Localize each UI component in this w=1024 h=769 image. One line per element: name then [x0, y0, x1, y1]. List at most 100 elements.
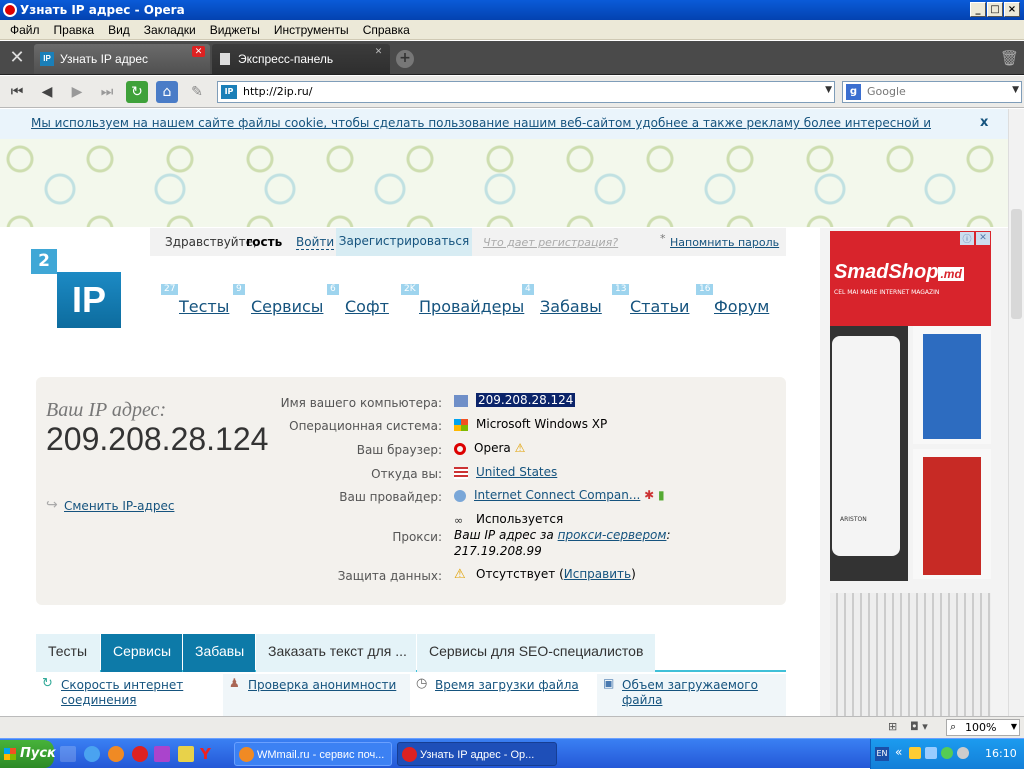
service-file-size[interactable]: ▣ Объем загружаемого файла	[597, 674, 786, 716]
nav-label[interactable]: Форум	[714, 297, 769, 316]
nav-tests[interactable]: 27 Тесты	[161, 284, 229, 316]
service-file-size-line2[interactable]: файла	[622, 693, 662, 707]
ad-banner[interactable]: SmadShop .md CEL MAI MARE INTERNET MAGAZI…	[830, 231, 991, 326]
quicklaunch-icon-5[interactable]	[154, 746, 170, 762]
service-load-time[interactable]: ◷ Время загрузки файла	[410, 674, 597, 716]
back-icon[interactable]: ◀	[36, 81, 58, 103]
nav-count: 27	[161, 284, 179, 295]
ad-info-icon[interactable]: ⓘ	[960, 232, 974, 245]
info-value-location: United States	[454, 465, 557, 479]
service-speed-line1[interactable]: Скорость интернет	[61, 678, 183, 692]
edit-icon[interactable]: ✎	[186, 81, 208, 103]
close-button[interactable]: ×	[1004, 2, 1020, 17]
menu-file[interactable]: Файл	[0, 20, 47, 40]
quicklaunch-icon-1[interactable]	[60, 746, 76, 762]
nav-label[interactable]: Софт	[345, 297, 389, 316]
change-ip-link[interactable]: Сменить IP-адрес	[64, 499, 174, 513]
firefox-icon[interactable]	[108, 746, 124, 762]
task-wmmail[interactable]: WMmail.ru - сервис поч...	[234, 742, 392, 766]
info-value-provider: Internet Connect Compan... ✱ ▮	[454, 488, 665, 502]
service-file-size-line1[interactable]: Объем загружаемого	[622, 678, 758, 692]
nav-providers[interactable]: 2K Провайдеры	[401, 284, 524, 316]
service-speed-line2[interactable]: соединения	[61, 693, 137, 707]
network-icon[interactable]	[925, 747, 937, 759]
bug-icon[interactable]: ✱	[644, 488, 654, 502]
ad-product-radiator[interactable]	[830, 593, 991, 716]
zoom-dropdown-icon[interactable]: ▼	[1011, 722, 1017, 731]
tab-close-icon[interactable]: ✕	[372, 46, 385, 57]
service-load-time-line1[interactable]: Время загрузки файла	[435, 678, 579, 692]
vertical-scrollbar[interactable]	[1008, 109, 1024, 716]
nav-label[interactable]: Сервисы	[251, 297, 323, 316]
tools-icon[interactable]: ✕	[6, 47, 28, 69]
service-anonymity[interactable]: ♟ Проверка анонимности	[223, 674, 410, 716]
speed-icon: ↻	[42, 676, 53, 691]
ie-icon[interactable]	[84, 746, 100, 762]
nav-soft[interactable]: 6 Софт	[327, 284, 389, 316]
ip-favicon-icon: IP	[40, 52, 54, 66]
task-opera[interactable]: Узнать IP адрес - Op...	[397, 742, 557, 766]
search-dropdown-icon[interactable]: ▼	[1012, 85, 1019, 95]
nav-articles[interactable]: 13 Статьи	[612, 284, 689, 316]
minimize-button[interactable]: _	[970, 2, 986, 17]
ad-product-blue[interactable]	[913, 326, 991, 444]
start-button[interactable]: Пуск	[0, 740, 56, 768]
tray-icon-4[interactable]	[957, 747, 969, 759]
address-dropdown-icon[interactable]: ▼	[825, 85, 832, 95]
nav-label[interactable]: Тесты	[179, 297, 229, 316]
tab-fun[interactable]: Забавы	[183, 634, 255, 672]
quicklaunch-icon-6[interactable]	[178, 746, 194, 762]
menu-view[interactable]: Вид	[101, 20, 137, 40]
menu-bookmarks[interactable]: Закладки	[137, 20, 203, 40]
signal-icon[interactable]: ▮	[658, 488, 665, 502]
address-field[interactable]: IP http://2ip.ru/ ▼	[217, 81, 835, 103]
menu-help[interactable]: Справка	[356, 20, 417, 40]
service-speed[interactable]: ↻ Скорость интернет соединения	[36, 674, 223, 716]
nav-label[interactable]: Забавы	[540, 297, 602, 316]
opera-quick-icon[interactable]	[132, 746, 148, 762]
tray-icon-3[interactable]	[941, 747, 953, 759]
tab-services[interactable]: Сервисы	[101, 634, 182, 672]
nav-fun[interactable]: 4 Забавы	[522, 284, 602, 316]
tray-icon-1[interactable]	[909, 747, 921, 759]
tab-order-text[interactable]: Заказать текст для ...	[256, 634, 416, 672]
language-indicator[interactable]: EN	[875, 747, 889, 761]
firefox-icon	[239, 747, 254, 762]
boiler-image	[832, 336, 900, 556]
tray-expand-icon[interactable]: «	[895, 745, 902, 759]
tab-seo[interactable]: Сервисы для SEO-специалистов	[417, 634, 655, 672]
ad-product-boiler[interactable]: ARISTON	[830, 326, 908, 581]
zoom-control[interactable]: ⌕ 100% ▼	[946, 719, 1020, 736]
home-icon[interactable]: ⌂	[156, 81, 178, 103]
info-value-proxy-ip: 217.19.208.99	[454, 544, 542, 558]
tab-speed-dial[interactable]: Экспресс-панель ✕	[212, 44, 390, 74]
nav-label[interactable]: Статьи	[630, 297, 689, 316]
yandex-icon[interactable]: Y	[200, 745, 211, 763]
tab-close-icon[interactable]: ✕	[192, 46, 205, 57]
service-anonymity-line1[interactable]: Проверка анонимности	[248, 678, 396, 692]
nav-services[interactable]: 9 Сервисы	[233, 284, 323, 316]
trash-icon[interactable]: 🗑	[1000, 49, 1019, 67]
forward-icon[interactable]: ▶	[66, 81, 88, 103]
menu-edit[interactable]: Правка	[47, 20, 102, 40]
cookie-close-button[interactable]: x	[980, 109, 988, 137]
panel-icon[interactable]: ⊞	[888, 720, 897, 733]
info-label-hostname: Имя вашего компьютера:	[280, 396, 442, 410]
nav-label[interactable]: Провайдеры	[419, 297, 524, 316]
new-tab-button[interactable]: +	[396, 50, 414, 68]
menu-tools[interactable]: Инструменты	[267, 20, 356, 40]
search-field[interactable]: g Google ▼	[842, 81, 1022, 103]
tab-2ip[interactable]: IP Узнать IP адрес ✕	[34, 44, 210, 74]
rewind-icon[interactable]: ⏮	[6, 81, 28, 103]
tab-tests[interactable]: Тесты	[36, 634, 100, 672]
camera-icon[interactable]: ◘ ▾	[910, 720, 928, 733]
ad-close-icon[interactable]: ✕	[976, 232, 990, 245]
info-value-protection: ⚠ Отсутствует (Исправить)	[454, 566, 636, 582]
nav-forum[interactable]: 16 Форум	[696, 284, 769, 316]
menu-widgets[interactable]: Виджеты	[203, 20, 267, 40]
ad-product-red[interactable]	[913, 449, 991, 579]
maximize-button[interactable]: □	[987, 2, 1003, 17]
scrollbar-thumb[interactable]	[1011, 209, 1022, 319]
fast-forward-icon[interactable]: ⏭	[96, 81, 118, 103]
reload-icon[interactable]: ↻	[126, 81, 148, 103]
